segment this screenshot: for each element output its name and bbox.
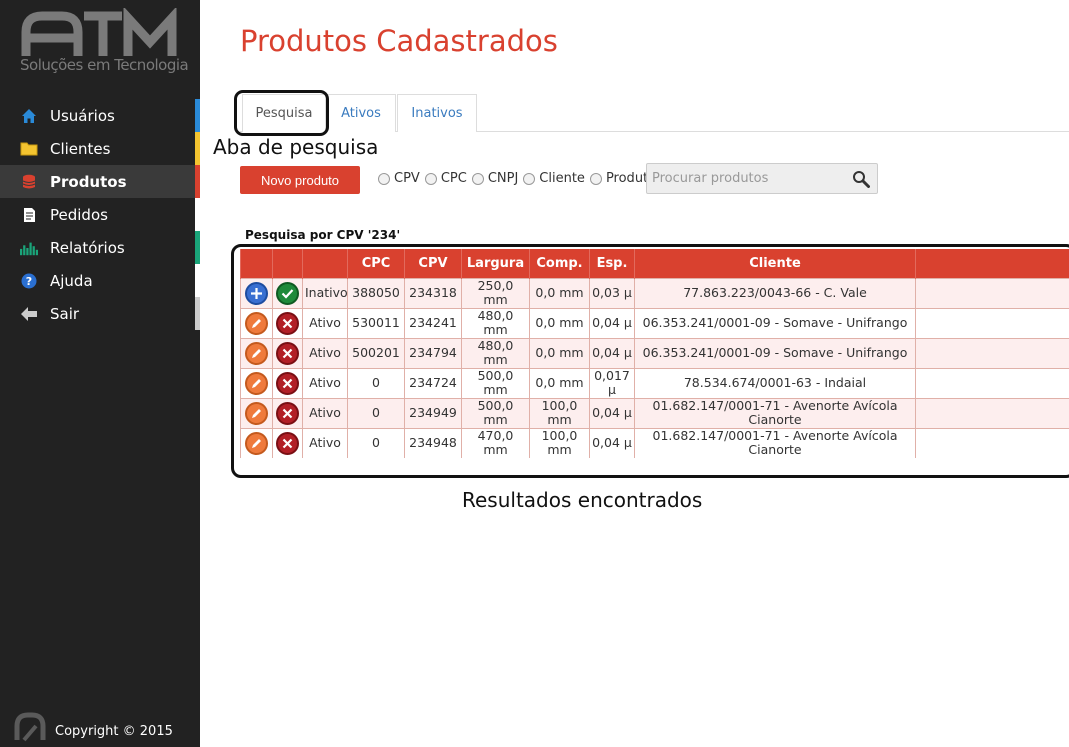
radio-circle[interactable] [589,172,602,185]
radio-circle[interactable] [378,172,390,185]
accent-bar [195,198,200,231]
tab-ativos[interactable]: Ativos [326,94,396,132]
radio-cpv[interactable]: CPV [378,171,420,186]
radio-circle[interactable] [424,172,437,185]
page-title: Produtos Cadastrados [240,24,558,58]
radio-circle[interactable] [471,172,484,185]
radio-label: CPV [394,171,420,186]
sidebar-item-usuarios[interactable]: Usuários [0,99,200,132]
svg-text:?: ? [26,275,32,288]
tab-inativos[interactable]: Inativos [397,94,477,132]
accent-bar [195,132,200,165]
sidebar-item-ajuda[interactable]: ? Ajuda [0,264,200,297]
sidebar-item-relatorios[interactable]: Relatórios [0,231,200,264]
arrow-left-icon [20,305,38,323]
accent-bar [195,165,200,198]
sidebar-item-label: Ajuda [50,271,93,290]
sidebar-item-label: Pedidos [50,205,108,224]
search-filter-radios: CPV CPC CNPJ Cliente Produto [378,171,661,186]
results-callout-box [231,244,1069,478]
annotation-results: Resultados encontrados [462,488,703,512]
sidebar-item-label: Sair [50,304,80,323]
radio-cliente[interactable]: Cliente [523,171,585,186]
search-caption: Pesquisa por CPV '234' [245,228,401,242]
sidebar-item-label: Relatórios [50,238,125,257]
radio-label: CNPJ [487,171,519,186]
search-icon[interactable] [852,170,870,188]
home-icon [20,107,38,125]
sidebar-item-produtos[interactable]: Produtos [0,165,200,198]
sidebar-item-label: Produtos [50,172,127,191]
search-input[interactable] [647,164,842,193]
radio-circle[interactable] [523,172,536,185]
brand-tagline: Soluções em Tecnologia [20,56,189,74]
accent-bar [195,297,200,330]
new-product-button[interactable]: Novo produto [240,166,360,194]
radio-label: CPC [440,171,467,186]
tab-bar: Pesquisa Ativos Inativos [240,94,1069,132]
copyright-text: Copyright © 2015 [55,724,173,739]
sidebar-item-sair[interactable]: Sair [0,297,200,330]
search-box [646,163,878,194]
sidebar: Soluções em Tecnologia Usuários Clientes… [0,0,200,747]
annotation-tab: Aba de pesquisa [213,135,379,159]
folder-icon [20,140,38,158]
sidebar-item-label: Usuários [50,106,115,125]
accent-bar [195,264,200,297]
document-icon [20,206,38,224]
sidebar-menu: Usuários Clientes Produtos Pedidos Relat… [0,99,200,330]
radio-cpc[interactable]: CPC [424,171,467,186]
sidebar-item-label: Clientes [50,139,111,158]
footer-logo-icon [14,712,46,742]
accent-bar [195,231,200,264]
radio-label: Cliente [539,171,585,186]
accent-bar [195,99,200,132]
sidebar-item-pedidos[interactable]: Pedidos [0,198,200,231]
database-icon [20,173,38,191]
sidebar-item-clientes[interactable]: Clientes [0,132,200,165]
chart-icon [20,239,38,257]
tab-callout-box [234,90,329,136]
radio-cnpj[interactable]: CNPJ [471,171,519,186]
help-icon: ? [20,272,38,290]
